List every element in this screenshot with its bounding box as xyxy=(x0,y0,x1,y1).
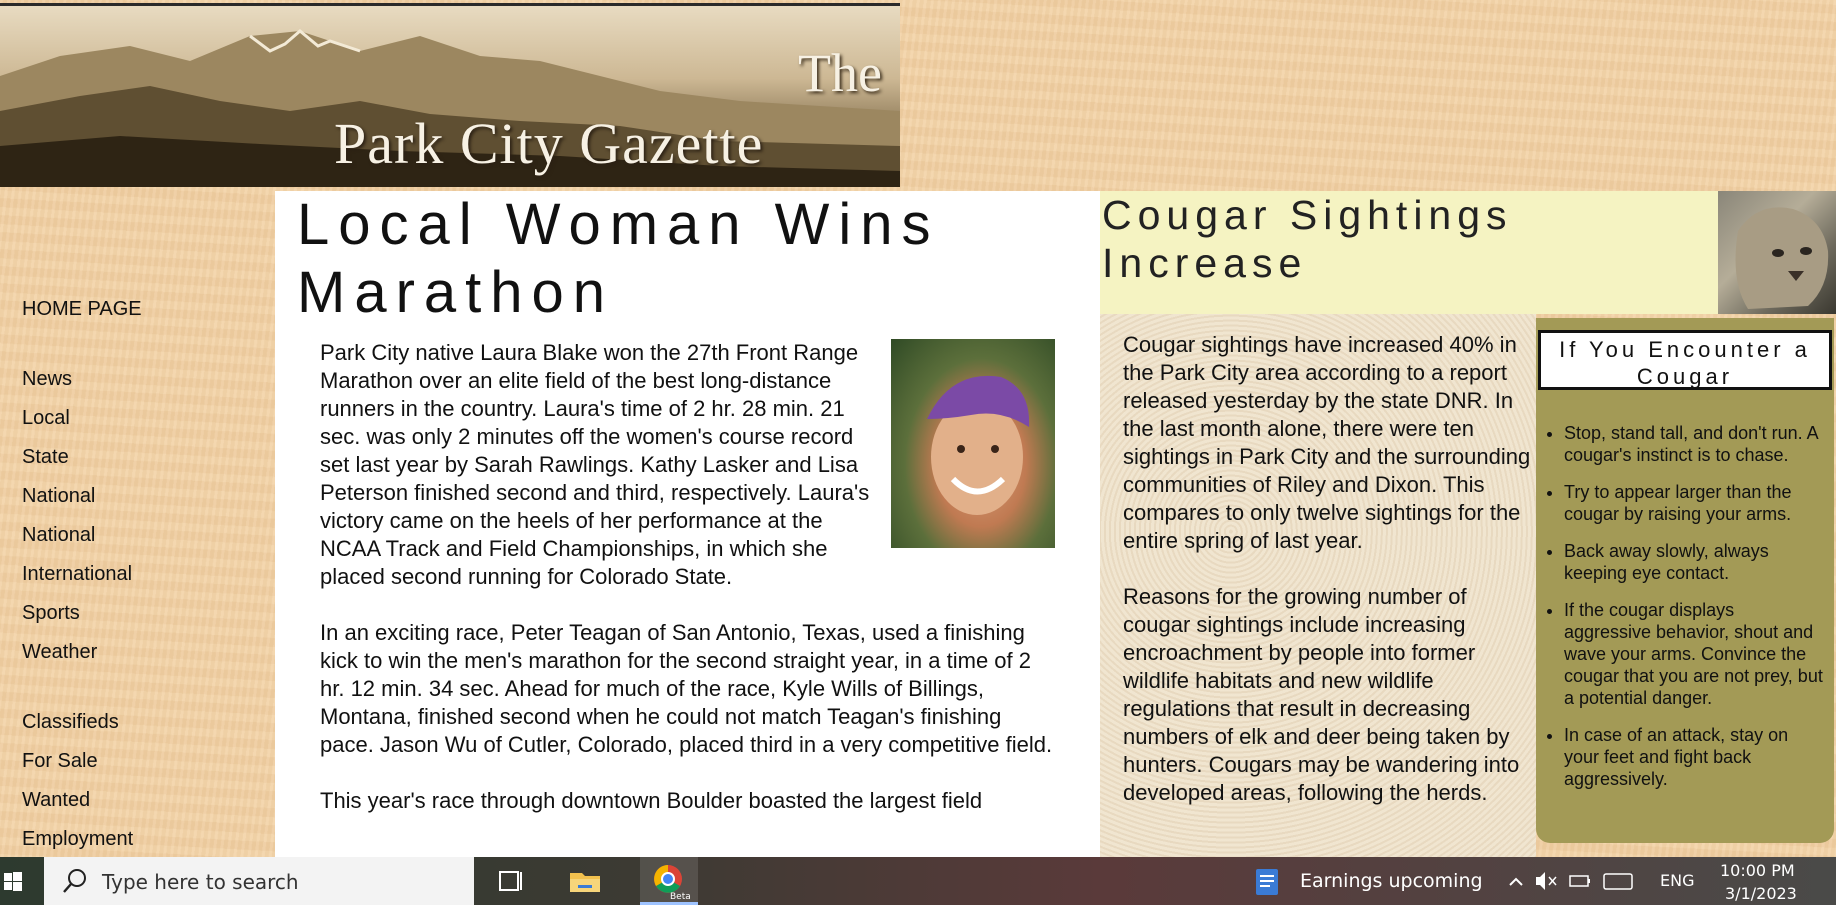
tip-item: If the cougar displays aggressive behavi… xyxy=(1564,599,1824,709)
search-icon xyxy=(63,869,86,893)
system-tray xyxy=(1500,857,1650,905)
task-view-icon[interactable] xyxy=(490,857,530,905)
side-article-title: Cougar Sightings Increase xyxy=(1102,192,1513,286)
windows-start-button[interactable] xyxy=(0,857,44,905)
news-widget-label[interactable]: Earnings upcoming xyxy=(1300,870,1483,892)
nav-weather[interactable]: Weather xyxy=(22,633,262,672)
nav-sports[interactable]: Sports xyxy=(22,594,262,633)
news-widget-icon[interactable] xyxy=(1250,857,1290,905)
windows-logo-icon xyxy=(4,872,22,891)
side-article: Cougar sightings have increased 40% in t… xyxy=(1100,314,1536,858)
nav-national[interactable]: National xyxy=(22,477,262,516)
tips-list: Stop, stand tall, and don't run. A couga… xyxy=(1536,422,1824,805)
sidebar-title: If You Encounter a Cougar xyxy=(1538,330,1832,390)
speaker-muted-icon xyxy=(1536,872,1545,890)
nav-news[interactable]: News xyxy=(22,360,262,399)
nav-national-2[interactable]: National xyxy=(22,516,262,555)
nav-international[interactable]: International xyxy=(22,555,262,594)
nav-local[interactable]: Local xyxy=(22,399,262,438)
tip-item: Try to appear larger than the cougar by … xyxy=(1564,481,1824,525)
clock-date[interactable]: 3/1/2023 xyxy=(1725,884,1797,903)
main-article-paragraph-3: This year's race through downtown Boulde… xyxy=(320,788,983,813)
cougar-photo xyxy=(1718,191,1836,314)
chrome-beta-badge: Beta xyxy=(670,892,691,902)
chevron-up-icon xyxy=(1509,877,1523,886)
side-article-paragraph-1: Cougar sightings have increased 40% in t… xyxy=(1123,332,1531,553)
nav-classifieds[interactable]: Classifieds xyxy=(22,703,262,742)
nav-employment[interactable]: Employment xyxy=(22,820,262,859)
tip-item: Back away slowly, always keeping eye con… xyxy=(1564,540,1824,584)
masthead-the: The xyxy=(798,43,882,103)
nav-state[interactable]: State xyxy=(22,438,262,477)
nav-wanted[interactable]: Wanted xyxy=(22,781,262,820)
main-article-title: Local Woman Wins Marathon xyxy=(297,192,940,325)
language-indicator[interactable]: ENG xyxy=(1660,871,1694,890)
nav-for-sale[interactable]: For Sale xyxy=(22,742,262,781)
side-article-header: Cougar Sightings Increase xyxy=(1100,191,1718,314)
clock-time[interactable]: 10:00 PM xyxy=(1720,861,1795,880)
masthead-title: Park City Gazette xyxy=(334,111,764,176)
masthead-banner: The Park City Gazette xyxy=(0,3,900,187)
main-article-paragraph-2: In an exciting race, Peter Teagan of San… xyxy=(320,620,1053,757)
search-placeholder: Type here to search xyxy=(102,870,299,894)
tip-item: In case of an attack, stay on your feet … xyxy=(1564,724,1824,790)
battery-icon xyxy=(1569,875,1589,887)
tip-item: Stop, stand tall, and don't run. A couga… xyxy=(1564,422,1824,466)
main-article-body: Park City native Laura Blake won the 27t… xyxy=(320,339,1055,843)
taskbar: Type here to search Beta Earnings upcomi… xyxy=(0,857,1836,905)
main-article-paragraph-1: Park City native Laura Blake won the 27t… xyxy=(320,340,870,589)
main-article: Local Woman Wins Marathon Park City nati… xyxy=(275,191,1100,858)
keyboard-icon xyxy=(1603,873,1633,890)
taskbar-search-box[interactable]: Type here to search xyxy=(44,857,474,905)
side-article-paragraph-2: Reasons for the growing number of cougar… xyxy=(1123,584,1520,805)
left-nav: HOME PAGE News Local State National Nati… xyxy=(22,290,262,859)
cougar-tips-sidebar: If You Encounter a Cougar Stop, stand ta… xyxy=(1536,318,1834,843)
file-explorer-icon[interactable] xyxy=(560,857,610,905)
chrome-beta-icon[interactable]: Beta xyxy=(640,857,698,905)
nav-home-page[interactable]: HOME PAGE xyxy=(22,290,262,329)
